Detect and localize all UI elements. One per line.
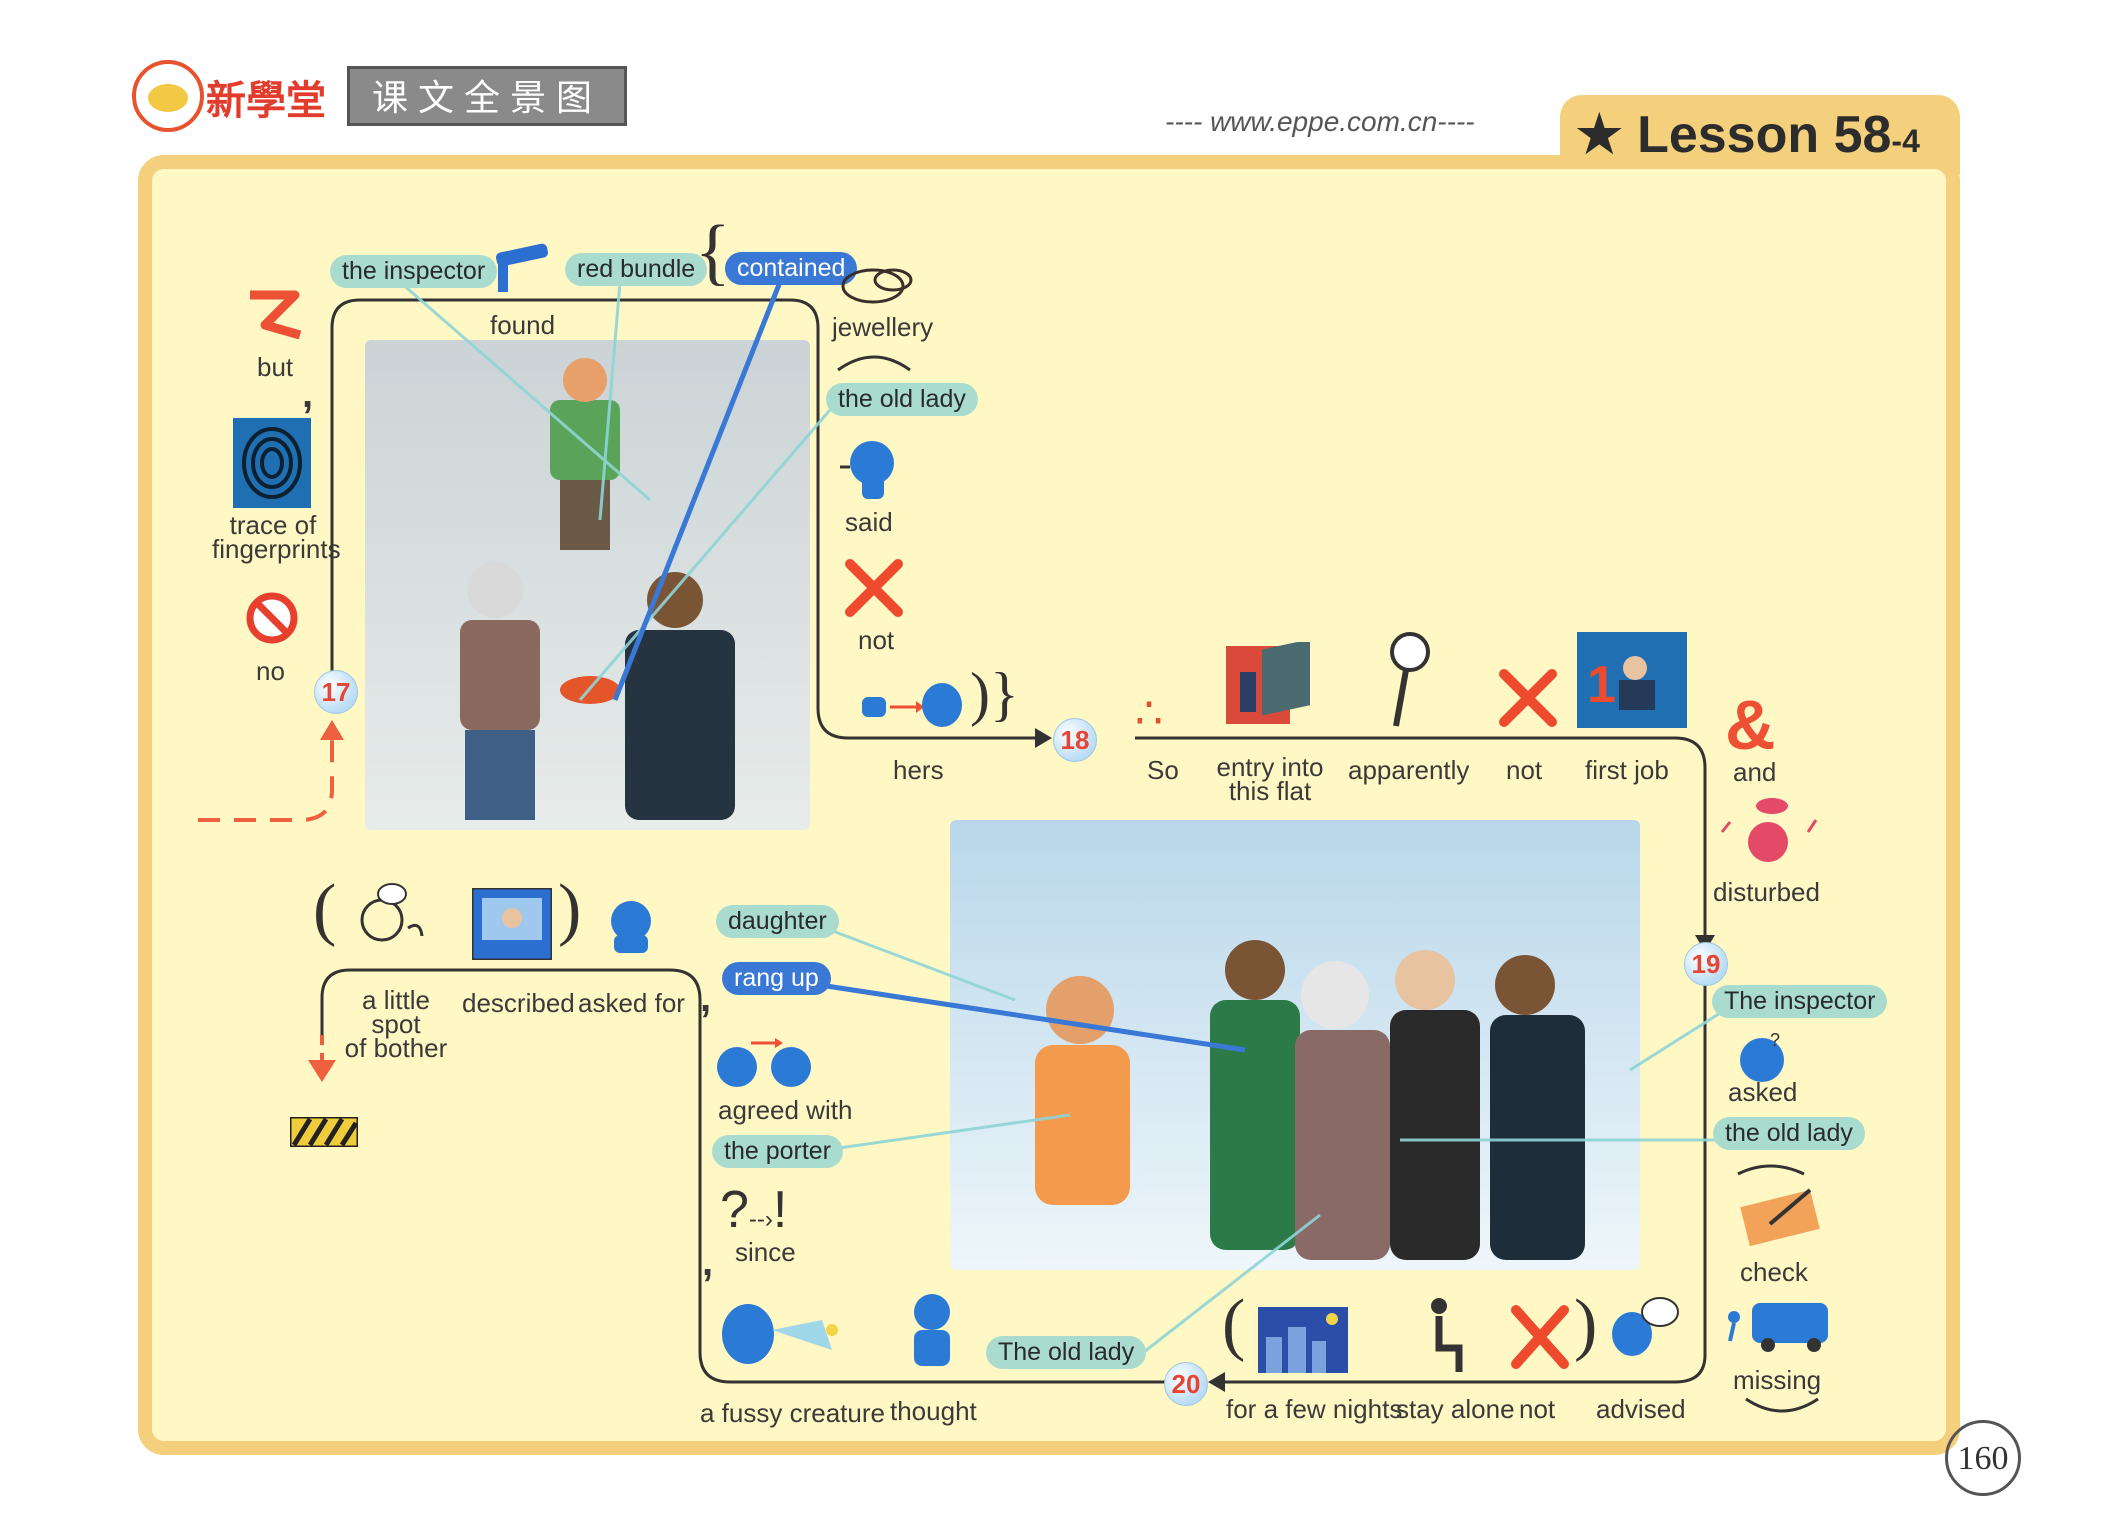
label-thought: thought bbox=[890, 1396, 977, 1426]
label-hers: hers bbox=[893, 755, 944, 785]
step-18: 18 bbox=[1053, 718, 1097, 762]
label-not-18: not bbox=[1506, 755, 1543, 785]
arc-connector-icon-2 bbox=[1745, 1397, 1819, 1413]
magnifier-icon bbox=[1390, 632, 1430, 727]
label-check: check bbox=[1740, 1257, 1808, 1287]
pill-the-old-lady-20: The old lady bbox=[986, 1336, 1147, 1369]
sitting-person-icon bbox=[1431, 1298, 1463, 1372]
label-apparently: apparently bbox=[1348, 755, 1470, 785]
thinking-person-icon bbox=[914, 1294, 950, 1366]
label-not-top: not bbox=[858, 625, 895, 655]
step-20: 20 bbox=[1164, 1362, 1208, 1406]
asking-for-icon bbox=[611, 901, 651, 953]
pill-the-old-lady-right: the old lady bbox=[1713, 1117, 1865, 1150]
page-number: 160 bbox=[1945, 1420, 2021, 1496]
pill-the-inspector-right: The inspector bbox=[1712, 985, 1888, 1018]
no-sign-icon bbox=[246, 592, 298, 644]
fingerprint-icon bbox=[233, 418, 311, 508]
label-a-fussy-creature: a fussy creature bbox=[700, 1398, 885, 1428]
so-dots-icon: ∴ bbox=[1135, 689, 1163, 738]
disturbed-face-icon bbox=[1720, 798, 1818, 862]
label-advised: advised bbox=[1596, 1394, 1686, 1424]
speaking-head-icon bbox=[840, 441, 894, 499]
label-trace-of-fingerprints: trace of fingerprints bbox=[212, 510, 341, 564]
pill-the-porter: the porter bbox=[712, 1135, 844, 1168]
label-for-a-few-nights: for a few nights bbox=[1226, 1394, 1403, 1424]
label-disturbed: disturbed bbox=[1713, 877, 1820, 907]
paren-close-brace: )} bbox=[970, 661, 1019, 727]
running-bus-icon bbox=[1728, 1303, 1828, 1352]
comma-2: , bbox=[702, 1240, 714, 1284]
telescope-icon bbox=[496, 243, 548, 292]
label-missing: missing bbox=[1733, 1365, 1822, 1395]
pill-the-inspector: the inspector bbox=[330, 255, 498, 288]
label-so: So bbox=[1147, 755, 1179, 785]
label-entry-into-this-flat: entry into this flat bbox=[1216, 752, 1324, 806]
night-city-icon bbox=[1258, 1307, 1348, 1373]
label-but: but bbox=[257, 352, 294, 382]
label-described: described bbox=[462, 988, 575, 1018]
label-not-20: not bbox=[1519, 1394, 1556, 1424]
paren-open-mid: ( bbox=[313, 871, 337, 948]
pill-the-old-lady-top: the old lady bbox=[826, 383, 978, 416]
question-to-exclaim-icon: ?--›! bbox=[720, 1181, 788, 1239]
door-entry-icon bbox=[1226, 642, 1310, 724]
label-a-little-spot-of-bother: a little spot of bother bbox=[344, 985, 448, 1063]
describing-screen-icon bbox=[472, 888, 552, 960]
label-no: no bbox=[256, 656, 285, 686]
pill-rang-up: rang up bbox=[722, 962, 831, 995]
comma: , bbox=[302, 372, 314, 416]
brace-open: { bbox=[695, 211, 731, 293]
label-asked-for: asked for bbox=[578, 988, 685, 1018]
cross-not-icon-2 bbox=[1499, 669, 1557, 727]
first-job-icon: 1 bbox=[1577, 632, 1687, 728]
pill-daughter: daughter bbox=[716, 905, 839, 938]
arc-connector-icon bbox=[837, 355, 911, 372]
paren-open-20: ( bbox=[1222, 1286, 1246, 1363]
cross-not-icon-3 bbox=[1511, 1305, 1569, 1369]
label-said: said bbox=[845, 507, 893, 537]
label-stay-alone: stay alone bbox=[1396, 1394, 1515, 1424]
label-since: since bbox=[735, 1237, 796, 1267]
label-first-job: first job bbox=[1585, 755, 1669, 785]
pill-red-bundle: red bundle bbox=[565, 253, 708, 286]
label-asked: asked bbox=[1728, 1077, 1798, 1107]
end-barrier-icon bbox=[290, 1117, 358, 1147]
label-found: found bbox=[490, 310, 556, 340]
label-and: and bbox=[1733, 757, 1777, 787]
label-jewellery: jewellery bbox=[832, 312, 934, 342]
cross-not-icon bbox=[845, 559, 903, 617]
paren-close-mid: ) bbox=[558, 871, 582, 948]
belongs-to-icon bbox=[862, 683, 962, 727]
comma-3: , bbox=[700, 976, 712, 1020]
svg-text:?: ? bbox=[1770, 1030, 1780, 1050]
check-cheque-icon bbox=[1737, 1164, 1820, 1247]
fussy-creature-icon bbox=[722, 1304, 838, 1364]
bother-icon bbox=[360, 883, 424, 942]
svg-text:1: 1 bbox=[1587, 656, 1616, 714]
but-zigzag-icon bbox=[250, 290, 302, 340]
advising-heads-icon bbox=[1612, 1297, 1679, 1356]
ampersand-icon: & bbox=[1725, 686, 1776, 764]
agreeing-faces-icon bbox=[717, 1038, 811, 1087]
step-19: 19 bbox=[1684, 942, 1728, 986]
label-agreed-with: agreed with bbox=[718, 1095, 853, 1125]
paren-close-20: ) bbox=[1574, 1286, 1598, 1363]
step-17: 17 bbox=[314, 670, 358, 714]
necklace-icon bbox=[841, 268, 913, 304]
